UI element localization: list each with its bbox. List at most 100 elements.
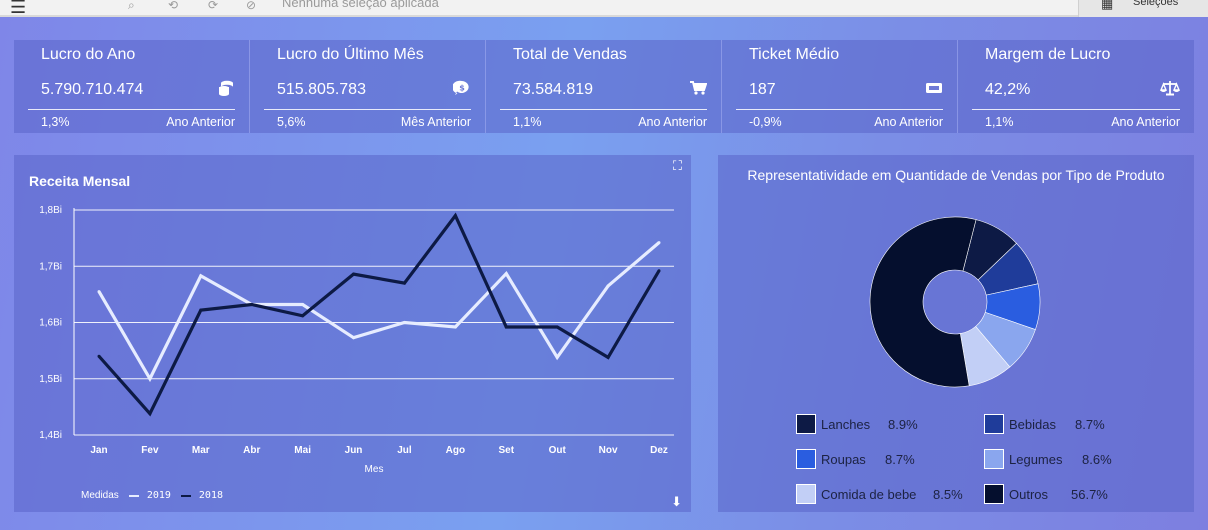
data-point bbox=[352, 272, 356, 276]
coins-icon bbox=[217, 80, 235, 101]
kpi-card[interactable]: Lucro do Último Mês 515.805.783 $ 5,6% M… bbox=[250, 40, 486, 133]
line-chart[interactable]: 1,4Bi 1,5Bi 1,6Bi 1,7Bi 1,8Bi Jan Fev Mar Abr Mai… bbox=[14, 155, 691, 512]
data-point bbox=[301, 314, 305, 318]
data-point bbox=[657, 241, 661, 245]
x-tick-label: Mar bbox=[192, 445, 210, 456]
pie-legend-item[interactable]: Lanches 8.9% bbox=[796, 414, 918, 434]
kpi-card[interactable]: Ticket Médio 187 -0,9% Ano Anterior bbox=[722, 40, 958, 133]
toolbar: ☰ ⌕ ⟲ ⟳ ⊘ Nenhuma seleção aplicada ▦ Sel… bbox=[0, 0, 1208, 17]
y-tick-label: 1,5Bi bbox=[39, 374, 62, 385]
kpi-title: Lucro do Ano bbox=[41, 46, 136, 63]
series-line-2019 bbox=[97, 241, 661, 383]
kpi-title: Margem de Lucro bbox=[985, 46, 1111, 63]
legend-swatch bbox=[796, 484, 816, 504]
ticket-icon bbox=[925, 80, 943, 101]
legend-label: 2019 bbox=[146, 490, 171, 501]
data-point bbox=[97, 290, 101, 294]
data-point bbox=[97, 354, 101, 358]
data-point bbox=[606, 284, 610, 288]
pie-legend-item[interactable]: Bebidas 8.7% bbox=[984, 414, 1105, 434]
x-tick-label: Fev bbox=[141, 445, 159, 456]
x-tick-label: Jan bbox=[90, 445, 107, 456]
line-chart-panel[interactable]: Receita Mensal ⛶ 1,4Bi 1,5Bi 1,6Bi 1,7Bi 1,8… bbox=[14, 155, 691, 512]
pie-chart-panel[interactable]: Representatividade em Quantidade de Vend… bbox=[718, 155, 1194, 512]
x-axis-label: Mes bbox=[365, 464, 384, 475]
data-point bbox=[148, 412, 152, 416]
data-point bbox=[402, 281, 406, 285]
y-tick-label: 1,8Bi bbox=[39, 205, 62, 216]
y-tick-label: 1,6Bi bbox=[39, 318, 62, 329]
menu-icon[interactable]: ☰ bbox=[10, 0, 26, 18]
kpi-reference: Mês Anterior bbox=[400, 115, 471, 129]
data-point bbox=[606, 355, 610, 359]
cart-icon bbox=[689, 80, 708, 101]
selections-button[interactable]: ▦ Seleções bbox=[1078, 0, 1208, 17]
kpi-divider bbox=[972, 109, 1180, 110]
x-tick-label: Mai bbox=[294, 445, 311, 456]
selections-label: Seleções bbox=[1133, 0, 1179, 8]
kpi-title: Ticket Médio bbox=[749, 46, 840, 63]
kpi-change: -0,9% bbox=[749, 115, 782, 129]
kpi-card[interactable]: Margem de Lucro 42,2% 1,1% Ano Anterior bbox=[958, 40, 1194, 133]
kpi-divider bbox=[264, 109, 471, 110]
svg-text:$: $ bbox=[459, 84, 465, 93]
kpi-card[interactable]: Total de Vendas 73.584.819 1,1% Ano Ante… bbox=[486, 40, 722, 133]
x-tick-label: Dez bbox=[650, 445, 668, 456]
data-point bbox=[402, 321, 406, 324]
data-point bbox=[504, 272, 508, 276]
kpi-change: 1,1% bbox=[985, 115, 1014, 129]
kpi-change: 5,6% bbox=[277, 115, 306, 129]
pie-slice-outros bbox=[869, 216, 977, 388]
kpi-divider bbox=[736, 109, 943, 110]
y-tick-label: 1,7Bi bbox=[39, 261, 62, 272]
data-point bbox=[453, 325, 457, 329]
kpi-title: Total de Vendas bbox=[513, 46, 627, 63]
smart-search-icon[interactable]: ⌕ bbox=[128, 0, 135, 13]
pie-legend-item[interactable]: Outros 56.7% bbox=[984, 484, 1108, 504]
legend-label: Bebidas bbox=[1009, 416, 1056, 432]
balance-icon bbox=[1159, 80, 1181, 101]
clear-selections-icon[interactable]: ⊘ bbox=[246, 0, 256, 12]
legend-value: 8.7% bbox=[885, 451, 915, 467]
step-back-icon[interactable]: ⟲ bbox=[168, 0, 178, 12]
kpi-change: 1,1% bbox=[513, 115, 542, 129]
chart-legend: Medidas 2019 2018 bbox=[81, 490, 223, 501]
legend-value: 56.7% bbox=[1071, 486, 1108, 502]
data-point bbox=[555, 355, 559, 359]
legend-value: 8.5% bbox=[933, 486, 963, 502]
legend-swatch bbox=[984, 449, 1004, 469]
legend-value: 8.6% bbox=[1082, 451, 1112, 467]
kpi-card[interactable]: Lucro do Ano 5.790.710.474 1,3% Ano Ante… bbox=[14, 40, 250, 133]
pie-legend-item[interactable]: Legumes 8.6% bbox=[984, 449, 1112, 469]
legend-label: Lanches bbox=[821, 416, 871, 432]
grid-icon: ▦ bbox=[1101, 0, 1114, 11]
x-tick-label: Set bbox=[498, 445, 514, 456]
legend-value: 8.7% bbox=[1075, 416, 1105, 432]
kpi-value: 515.805.783 bbox=[277, 81, 366, 98]
kpi-reference: Ano Anterior bbox=[1111, 115, 1180, 129]
x-tick-label: Ago bbox=[446, 445, 465, 456]
donut-chart[interactable] bbox=[718, 155, 1194, 512]
data-point bbox=[199, 274, 203, 278]
x-tick-label: Jul bbox=[397, 445, 412, 456]
data-point bbox=[504, 325, 508, 329]
legend-swatch bbox=[180, 494, 191, 497]
data-point bbox=[148, 377, 152, 381]
kpi-reference: Ano Anterior bbox=[166, 115, 235, 129]
kpi-reference: Ano Anterior bbox=[874, 115, 943, 129]
kpi-reference: Ano Anterior bbox=[638, 115, 707, 129]
pie-legend-item[interactable]: Roupas 8.7% bbox=[796, 449, 915, 469]
legend-title: Medidas bbox=[81, 490, 119, 501]
kpi-divider bbox=[500, 109, 707, 110]
x-tick-label: Out bbox=[549, 445, 567, 456]
data-point bbox=[250, 303, 254, 306]
legend-item[interactable]: 2019 bbox=[128, 490, 171, 501]
kpi-value: 187 bbox=[749, 81, 776, 98]
kpi-change: 1,3% bbox=[41, 115, 70, 129]
legend-swatch bbox=[796, 449, 816, 469]
legend-item[interactable]: 2018 bbox=[180, 490, 223, 501]
download-icon[interactable]: ⬇ bbox=[671, 494, 682, 510]
legend-value: 8.9% bbox=[888, 416, 918, 432]
step-forward-icon[interactable]: ⟳ bbox=[208, 0, 218, 12]
pie-legend-item[interactable]: Comida de bebe 8.5% bbox=[796, 484, 963, 504]
